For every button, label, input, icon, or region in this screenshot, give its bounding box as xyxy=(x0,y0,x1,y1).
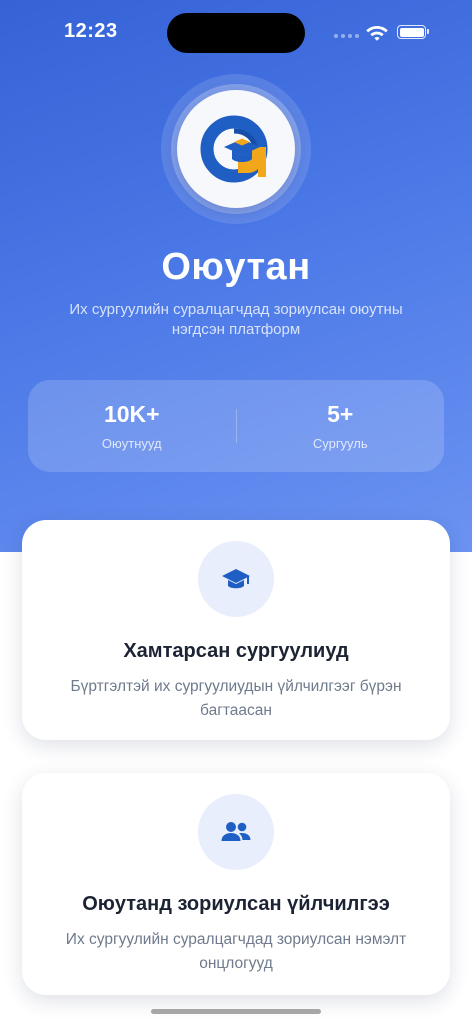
cellular-signal-icon xyxy=(334,34,359,38)
wifi-icon xyxy=(366,26,388,41)
app-logo xyxy=(177,90,295,208)
home-indicator[interactable] xyxy=(151,1009,321,1014)
stat-schools: 5+ Сургууль xyxy=(237,401,445,451)
graduation-cap-icon xyxy=(222,569,250,589)
battery-icon xyxy=(397,25,429,39)
card-title: Оюутанд зориулсан үйлчилгээ xyxy=(82,893,390,915)
app-logo-icon xyxy=(200,115,268,183)
feature-card-partner-schools[interactable]: Хамтарсан сургуулиуд Бүртгэлтэй их сургу… xyxy=(22,520,450,740)
stats-panel: 10K+ Оюутнууд 5+ Сургууль xyxy=(28,380,444,472)
dynamic-island xyxy=(167,13,305,53)
stat-label: Сургууль xyxy=(312,436,368,451)
stat-label: Оюутнууд xyxy=(101,436,162,451)
app-title: Оюутан xyxy=(161,246,311,288)
card-description: Их сургуулийн суралцагчдад зориулсан нэм… xyxy=(65,931,407,972)
stat-value: 10K+ xyxy=(103,401,160,427)
app-subtitle: Их сургуулийн суралцагчдад зориулсан оюу… xyxy=(69,301,403,338)
stat-value: 5+ xyxy=(327,401,354,427)
card-description: Бүртгэлтэй их сургуулиудын үйлчилгээг бү… xyxy=(70,678,402,719)
stat-students: 10K+ Оюутнууд xyxy=(28,401,236,451)
status-bar: 12:23 xyxy=(0,0,472,64)
screen: 12:23 Оюутан Их сургуулийн суралцагчдад … xyxy=(0,0,472,1024)
card-title: Хамтарсан сургуулиуд xyxy=(123,640,349,662)
feature-card-student-services[interactable]: Оюутанд зориулсан үйлчилгээ Их сургуулий… xyxy=(22,773,450,995)
status-time: 12:23 xyxy=(64,20,118,42)
feature-icon-badge xyxy=(198,541,274,617)
users-icon xyxy=(221,822,251,841)
feature-icon-badge xyxy=(198,794,274,870)
